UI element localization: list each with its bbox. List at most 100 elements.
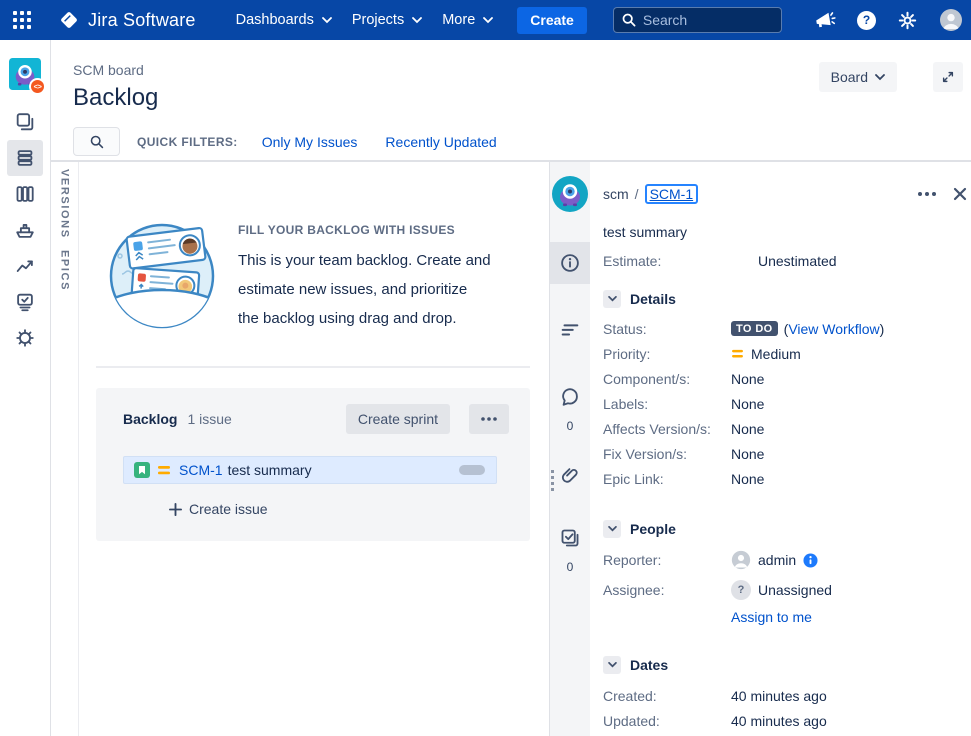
section-divider — [96, 366, 530, 368]
detail-project-key[interactable]: scm — [603, 186, 629, 202]
breadcrumb[interactable]: SCM board — [73, 62, 144, 78]
detail-body: scm / SCM-1 test summary Est — [590, 162, 971, 736]
global-search[interactable] — [613, 7, 782, 33]
assign-to-me-link[interactable]: Assign to me — [731, 609, 812, 625]
search-input[interactable] — [643, 12, 753, 28]
tab-subtasks-icon[interactable] — [550, 517, 590, 559]
estimate-value[interactable]: Unestimated — [758, 253, 837, 269]
details-collapse-button[interactable] — [603, 290, 621, 308]
backlog-illustration — [106, 212, 218, 332]
updated-row: Updated: 40 minutes ago — [603, 712, 967, 729]
estimate-pill[interactable] — [459, 465, 485, 475]
backlog-main: FILL YOUR BACKLOG WITH ISSUES This is yo… — [79, 162, 549, 736]
field-labels: Labels: None — [603, 395, 967, 412]
people-section-header: People — [603, 520, 967, 538]
panel-resize-handle[interactable] — [551, 470, 554, 491]
issue-summary: test summary — [228, 462, 312, 478]
detail-more-button[interactable] — [918, 192, 936, 196]
board-dropdown[interactable]: Board — [819, 62, 897, 92]
help-icon[interactable]: ? — [857, 11, 876, 30]
menu-dashboards[interactable]: Dashboards — [226, 6, 342, 34]
chevron-down-icon — [608, 296, 617, 302]
feedback-megaphone-icon[interactable] — [813, 9, 836, 32]
sidebar-nav — [7, 104, 43, 356]
search-icon — [622, 13, 636, 27]
tab-details-icon[interactable] — [550, 242, 590, 284]
detail-tool-rail: 0 0 — [550, 162, 590, 736]
navbar-actions: ? — [813, 8, 963, 32]
backlog-search-button[interactable] — [73, 127, 120, 156]
detail-close-button[interactable] — [953, 187, 967, 201]
top-navbar: Jira Software Dashboards Projects More C… — [0, 0, 971, 40]
people-collapse-button[interactable] — [603, 520, 621, 538]
chevron-down-icon — [608, 526, 617, 532]
chevron-down-icon — [322, 17, 332, 24]
backlog-panel-header: Backlog 1 issue Create sprint — [96, 398, 530, 434]
detail-breadcrumb: scm / SCM-1 — [603, 184, 967, 204]
reporter-name[interactable]: admin — [758, 552, 796, 568]
subtasks-count: 0 — [567, 560, 574, 574]
issue-row[interactable]: SCM-1 test summary — [123, 456, 497, 484]
sidebar-item-backlog-icon[interactable] — [7, 140, 43, 176]
user-avatar[interactable] — [939, 8, 963, 32]
software-project-badge: <> — [29, 78, 46, 95]
more-icon — [481, 417, 497, 421]
search-icon — [90, 135, 104, 149]
dates-section-header: Dates — [603, 656, 967, 674]
reporter-row: Reporter: admin — [603, 550, 967, 570]
app-switcher-icon[interactable] — [13, 11, 31, 29]
field-epic-link: Epic Link: None — [603, 470, 967, 487]
empty-state-text: FILL YOUR BACKLOG WITH ISSUES This is yo… — [238, 223, 538, 333]
tab-attachments-icon[interactable] — [550, 455, 590, 497]
sidebar-item-issues-icon[interactable] — [7, 284, 43, 320]
tab-description-icon[interactable] — [550, 308, 590, 350]
sidebar-item-reports-icon[interactable] — [7, 248, 43, 284]
priority-medium-icon — [731, 349, 744, 359]
field-status: Status: TO DO (View Workflow) — [603, 320, 967, 337]
project-avatar[interactable]: <> — [9, 58, 41, 90]
issue-key-link[interactable]: SCM-1 — [179, 462, 223, 478]
detail-issue-key-box: SCM-1 — [645, 184, 699, 204]
expand-icon — [941, 70, 955, 84]
jira-logo-icon — [58, 9, 80, 31]
versions-panel-toggle[interactable]: VERSIONS — [59, 169, 71, 239]
filter-recently-updated[interactable]: Recently Updated — [385, 134, 496, 150]
estimate-row: Estimate: Unestimated — [603, 253, 967, 269]
chevron-down-icon — [483, 17, 493, 24]
settings-gear-icon[interactable] — [897, 10, 918, 31]
sidebar-item-active-sprints-icon[interactable] — [7, 176, 43, 212]
details-section-title: Details — [630, 291, 676, 307]
detail-project-avatar[interactable] — [552, 176, 588, 212]
sidebar-item-releases-icon[interactable] — [7, 212, 43, 248]
dates-collapse-button[interactable] — [603, 656, 621, 674]
menu-more[interactable]: More — [432, 6, 503, 34]
backlog-more-button[interactable] — [469, 404, 509, 434]
estimate-label: Estimate: — [603, 253, 758, 269]
create-sprint-button[interactable]: Create sprint — [346, 404, 450, 434]
create-issue-button[interactable]: Create issue — [169, 501, 530, 517]
assignee-name[interactable]: Unassigned — [758, 582, 832, 598]
story-type-icon — [134, 462, 150, 478]
chevron-down-icon — [412, 17, 422, 24]
tab-comments-icon[interactable] — [550, 376, 590, 418]
status-badge[interactable]: TO DO — [731, 321, 778, 336]
sidebar-item-boards-icon[interactable] — [7, 104, 43, 140]
quick-filters-label: QUICK FILTERS: — [137, 135, 238, 149]
priority-medium-icon — [157, 465, 171, 476]
field-fix-versions: Fix Version/s: None — [603, 445, 967, 462]
menu-projects[interactable]: Projects — [342, 6, 432, 34]
create-button[interactable]: Create — [517, 7, 587, 34]
breadcrumb-separator: / — [635, 186, 639, 202]
epics-panel-toggle[interactable]: EPICS — [59, 250, 71, 291]
chevron-down-icon — [608, 662, 617, 668]
fullscreen-expand-button[interactable] — [933, 62, 963, 92]
filter-only-my-issues[interactable]: Only My Issues — [262, 134, 358, 150]
field-priority: Priority: Medium — [603, 345, 967, 362]
sidebar-item-addons-icon[interactable] — [7, 320, 43, 356]
quick-filters-row: QUICK FILTERS: Only My Issues Recently U… — [73, 127, 497, 156]
jira-logo[interactable]: Jira Software — [58, 9, 196, 31]
info-icon[interactable] — [803, 553, 818, 568]
content-area: VERSIONS EPICS — [51, 160, 971, 736]
view-workflow-link[interactable]: View Workflow — [788, 321, 879, 337]
detail-issue-key-link[interactable]: SCM-1 — [650, 186, 694, 202]
